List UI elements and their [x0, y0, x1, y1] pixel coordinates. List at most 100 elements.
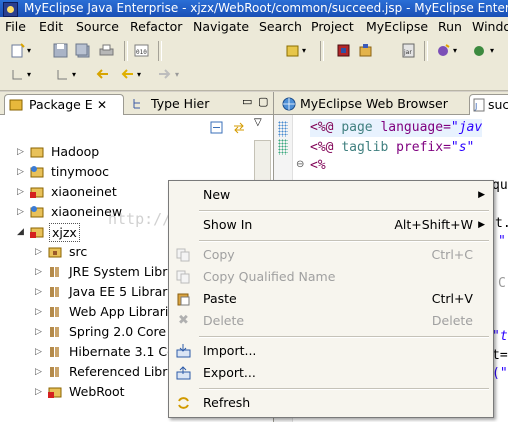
tree-item-tinymooc[interactable]: ▷ tinymooc	[17, 162, 267, 182]
package-icon[interactable]	[358, 43, 373, 58]
next-annotation-icon[interactable]	[10, 67, 25, 82]
jsp-file-icon: J	[473, 98, 485, 112]
forward-dropdown-icon[interactable]: ▾	[175, 70, 179, 79]
menu-item-import[interactable]: Import...	[169, 340, 493, 362]
expand-arrow-icon[interactable]: ▷	[17, 162, 27, 182]
prev-annotation-icon[interactable]	[55, 67, 70, 82]
menu-item-new[interactable]: New ▶	[169, 184, 493, 206]
back-icon[interactable]	[120, 67, 135, 82]
menu-item-copy[interactable]: Copy Ctrl+C	[169, 244, 493, 266]
svg-text:J: J	[474, 102, 477, 111]
library-icon	[50, 367, 59, 377]
tree-item-javaee-library[interactable]: ▷ Java EE 5 Librarie	[35, 282, 170, 302]
jar-icon[interactable]: jar	[401, 43, 416, 58]
menu-item-export[interactable]: Export...	[169, 362, 493, 384]
library-icon	[50, 347, 59, 357]
menu-item-refresh[interactable]: Refresh	[169, 392, 493, 414]
run-wizard-dropdown-icon[interactable]: ▾	[453, 46, 457, 55]
code-line-1: <%@ page language="jav	[310, 119, 483, 137]
back-dropdown-icon[interactable]: ▾	[137, 70, 141, 79]
left-view-tabbar: Package E ✕ Type Hier ▭ ▢	[0, 92, 273, 115]
menu-navigate[interactable]: Navigate	[193, 19, 249, 34]
fold-toggle-icon[interactable]: ⊖	[296, 159, 304, 170]
menu-myeclipse[interactable]: MyEclipse	[366, 19, 428, 34]
collapse-arrow-icon[interactable]: ◢	[17, 222, 27, 242]
code-fragment: t.	[495, 216, 508, 231]
menu-edit[interactable]: Edit	[39, 19, 63, 34]
expand-arrow-icon[interactable]: ▷	[35, 322, 45, 342]
refresh-icon	[178, 397, 189, 409]
menu-window[interactable]: Windo	[472, 19, 508, 34]
annotation-dropdown-icon[interactable]: ▾	[27, 70, 31, 79]
expand-arrow-icon[interactable]: ▷	[35, 382, 45, 402]
server-dropdown-icon[interactable]: ▾	[302, 46, 306, 55]
collapse-all-icon[interactable]	[210, 121, 223, 134]
delete-icon: ✖	[178, 313, 189, 328]
toolbar: ▾ 010 ▾ jar ▾ ▾ ▾ ▾ ▾ ▾	[0, 37, 508, 91]
tab-package-explorer[interactable]: Package E ✕	[4, 94, 124, 115]
web-project-icon	[30, 206, 44, 218]
expand-arrow-icon[interactable]: ▷	[17, 182, 27, 202]
quick-diff-marker-icon	[278, 121, 288, 137]
menu-run[interactable]: Run	[438, 19, 462, 34]
minimize-view-icon[interactable]: ▭	[242, 95, 252, 108]
prev-annotation-dropdown-icon[interactable]: ▾	[72, 70, 76, 79]
open-type-icon[interactable]: 010	[134, 43, 149, 58]
menu-item-copy-qualified-name[interactable]: Copy Qualified Name	[169, 266, 493, 288]
menu-file[interactable]: File	[5, 19, 26, 34]
expand-arrow-icon[interactable]: ▷	[35, 242, 45, 262]
tree-item-webapp-library[interactable]: ▷ Web App Librarie	[35, 302, 170, 322]
debug-icon[interactable]	[472, 43, 487, 58]
web-project-error-icon	[30, 227, 44, 238]
tree-item-webroot[interactable]: ▷ WebRoot	[35, 382, 170, 402]
run-wizard-icon[interactable]	[436, 43, 451, 58]
submenu-arrow-icon: ▶	[478, 190, 485, 200]
tree-item-hibernate-library[interactable]: ▷ Hibernate 3.1 Co	[35, 342, 170, 362]
new-wizard-icon[interactable]	[10, 43, 25, 58]
forward-icon[interactable]	[157, 67, 172, 82]
title-bar[interactable]: MyEclipse Java Enterprise - xjzx/WebRoot…	[0, 0, 508, 17]
menu-item-show-in[interactable]: Show In Alt+Shift+W ▶	[169, 214, 493, 236]
save-icon[interactable]	[53, 43, 68, 58]
expand-arrow-icon[interactable]: ▷	[35, 302, 45, 322]
source-folder-icon	[48, 247, 62, 258]
menu-project[interactable]: Project	[311, 19, 354, 34]
expand-arrow-icon[interactable]: ▷	[35, 282, 45, 302]
maximize-view-icon[interactable]: ▢	[258, 95, 268, 108]
menu-source[interactable]: Source	[76, 19, 119, 34]
print-icon[interactable]	[99, 43, 114, 58]
last-edit-icon[interactable]	[95, 67, 110, 82]
server-icon[interactable]	[285, 43, 300, 58]
link-with-editor-icon[interactable]	[232, 121, 246, 134]
tree-item-src[interactable]: ▷ src	[35, 242, 170, 262]
expand-arrow-icon[interactable]: ▷	[17, 142, 27, 162]
context-menu: New ▶ Show In Alt+Shift+W ▶ Copy Ctrl+C …	[168, 180, 494, 418]
tab-type-hierarchy-label: Type Hier	[151, 96, 210, 111]
code-fragment: ("	[492, 366, 508, 381]
expand-arrow-icon[interactable]: ▷	[35, 262, 45, 282]
save-all-icon[interactable]	[75, 43, 90, 58]
close-icon[interactable]: ✕	[97, 95, 107, 115]
code-fragment: "t	[492, 329, 508, 344]
debug-dropdown-icon[interactable]: ▾	[490, 46, 494, 55]
menu-refactor[interactable]: Refactor	[130, 19, 182, 34]
tree-item-referenced-libraries[interactable]: ▷ Referenced Libra	[35, 362, 170, 382]
expand-arrow-icon[interactable]: ▷	[35, 362, 45, 382]
tab-succeed-jsp[interactable]: J succ	[469, 94, 508, 115]
menu-item-delete[interactable]: ✖ Delete Delete	[169, 310, 493, 332]
menu-search[interactable]: Search	[259, 19, 302, 34]
tree-item-spring-library[interactable]: ▷ Spring 2.0 Core L	[35, 322, 170, 342]
deploy-icon[interactable]	[336, 43, 351, 58]
view-menu-icon[interactable]: ▽	[254, 117, 262, 128]
tab-succeed-jsp-label: succ	[488, 97, 508, 112]
tree-item-jre-library[interactable]: ▷ JRE System Libra	[35, 262, 170, 282]
tab-web-browser[interactable]: MyEclipse Web Browser	[278, 94, 464, 114]
tab-type-hierarchy[interactable]: Type Hier	[128, 94, 228, 114]
menu-item-paste[interactable]: Paste Ctrl+V	[169, 288, 493, 310]
new-dropdown-icon[interactable]: ▾	[27, 46, 31, 55]
tree-item-hadoop[interactable]: ▷ Hadoop	[17, 142, 267, 162]
library-icon	[50, 267, 59, 277]
vertical-scrollbar[interactable]	[254, 140, 271, 184]
expand-arrow-icon[interactable]: ▷	[17, 202, 27, 222]
expand-arrow-icon[interactable]: ▷	[35, 342, 45, 362]
